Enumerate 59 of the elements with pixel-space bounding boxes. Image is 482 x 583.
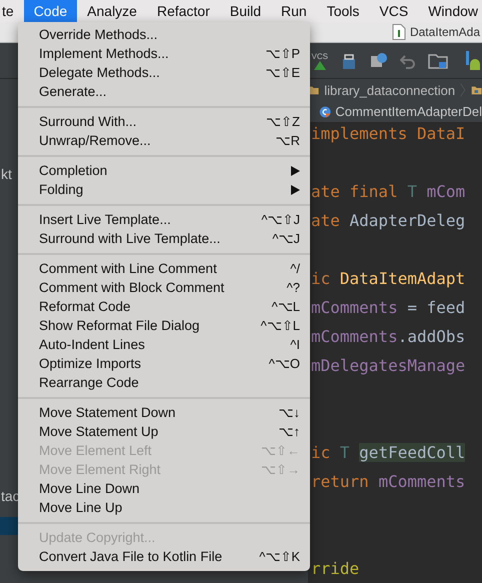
code-text: mComments [378, 472, 466, 491]
menu-bar-item[interactable]: Run [271, 0, 317, 22]
menu-bar-item[interactable]: te [0, 0, 24, 22]
menu-bar-item[interactable]: Refactor [146, 0, 220, 22]
code-text: DataItemAdapt [340, 269, 466, 288]
code-text: mComments [311, 327, 398, 346]
code-text: implements DataI [311, 124, 466, 143]
code-text: AdapterDeleg [350, 211, 466, 230]
undo-icon[interactable] [400, 52, 416, 68]
menu-item[interactable]: Move Line Up [18, 498, 310, 517]
menu-item[interactable]: Delegate Methods... ⌥⇧E [18, 63, 310, 82]
menu-bar-item[interactable]: Code [24, 0, 78, 22]
class-icon [319, 104, 332, 120]
menu-bar-item[interactable]: Window [418, 0, 482, 22]
menu-item[interactable]: Rearrange Code [18, 373, 310, 392]
menu-item[interactable]: Unwrap/Remove... ⌥R [18, 131, 310, 150]
menu-item[interactable]: Reformat Code ^⌥L [18, 297, 310, 316]
java-file-icon [392, 24, 406, 40]
menu-item[interactable]: Implement Methods... ⌥⇧P [18, 44, 310, 63]
folder-icon[interactable] [428, 52, 448, 68]
menu-item[interactable]: Move Line Down [18, 479, 310, 498]
menu-item[interactable]: Show Reformat File Dialog ^⌥⇧L [18, 316, 310, 335]
menu-item[interactable]: Completion [18, 161, 310, 180]
menu-bar-item[interactable]: VCS [369, 0, 418, 22]
arrow-up-icon [314, 60, 326, 70]
menu-item[interactable]: Convert Java File to Kotlin File ^⌥⇧K [18, 547, 310, 566]
menu-item[interactable]: Generate... [18, 82, 310, 101]
menu-item[interactable]: Auto-Indent Lines ^I [18, 335, 310, 354]
code-text: T [407, 182, 418, 201]
menu-item[interactable]: Move Statement Down ⌥↓ [18, 403, 310, 422]
code-text: return [311, 472, 370, 491]
menu-item[interactable]: Move Statement Up ⌥↑ [18, 422, 310, 441]
menu-item[interactable]: Surround with Live Template... ^⌥J [18, 229, 310, 248]
breadcrumb-item[interactable]: library_dataconnection [324, 82, 456, 98]
code-text: mCom [426, 182, 466, 201]
menu-item[interactable]: Comment with Line Comment ^/ [18, 259, 310, 278]
code-text: mDelegatesManage [311, 356, 466, 375]
code-text: T [340, 443, 351, 462]
code-text: ic [311, 269, 332, 288]
menu-item[interactable]: Insert Live Template... ^⌥⇧J [18, 210, 310, 229]
menu-bar-item[interactable]: Build [220, 0, 272, 22]
editor-tab[interactable]: DataItemAda [410, 25, 482, 39]
vcs-update-button[interactable]: VCS [312, 52, 328, 70]
menu-item[interactable]: Surround With... ⌥⇧Z [18, 112, 310, 131]
menu-item[interactable]: Comment with Block Comment ^? [18, 278, 310, 297]
code-text: ic [311, 443, 332, 462]
menu-bar-item[interactable]: Tools [316, 0, 370, 22]
code-text: ate [311, 211, 341, 230]
code-text: .addObs [398, 327, 466, 346]
menu-item[interactable]: Override Methods... [18, 25, 310, 44]
code-text: ate final [311, 182, 399, 201]
folder-icon [470, 84, 482, 96]
menu-bar-item[interactable]: Analyze [77, 0, 147, 22]
menu-item[interactable]: Folding [18, 180, 310, 199]
menu-item[interactable]: Optimize Imports ^⌥O [18, 354, 310, 373]
code-text: rride [311, 559, 360, 578]
code-text: mComments [311, 298, 398, 317]
code-text: = feed [406, 298, 466, 317]
code-text: getFeedColl [359, 443, 466, 462]
